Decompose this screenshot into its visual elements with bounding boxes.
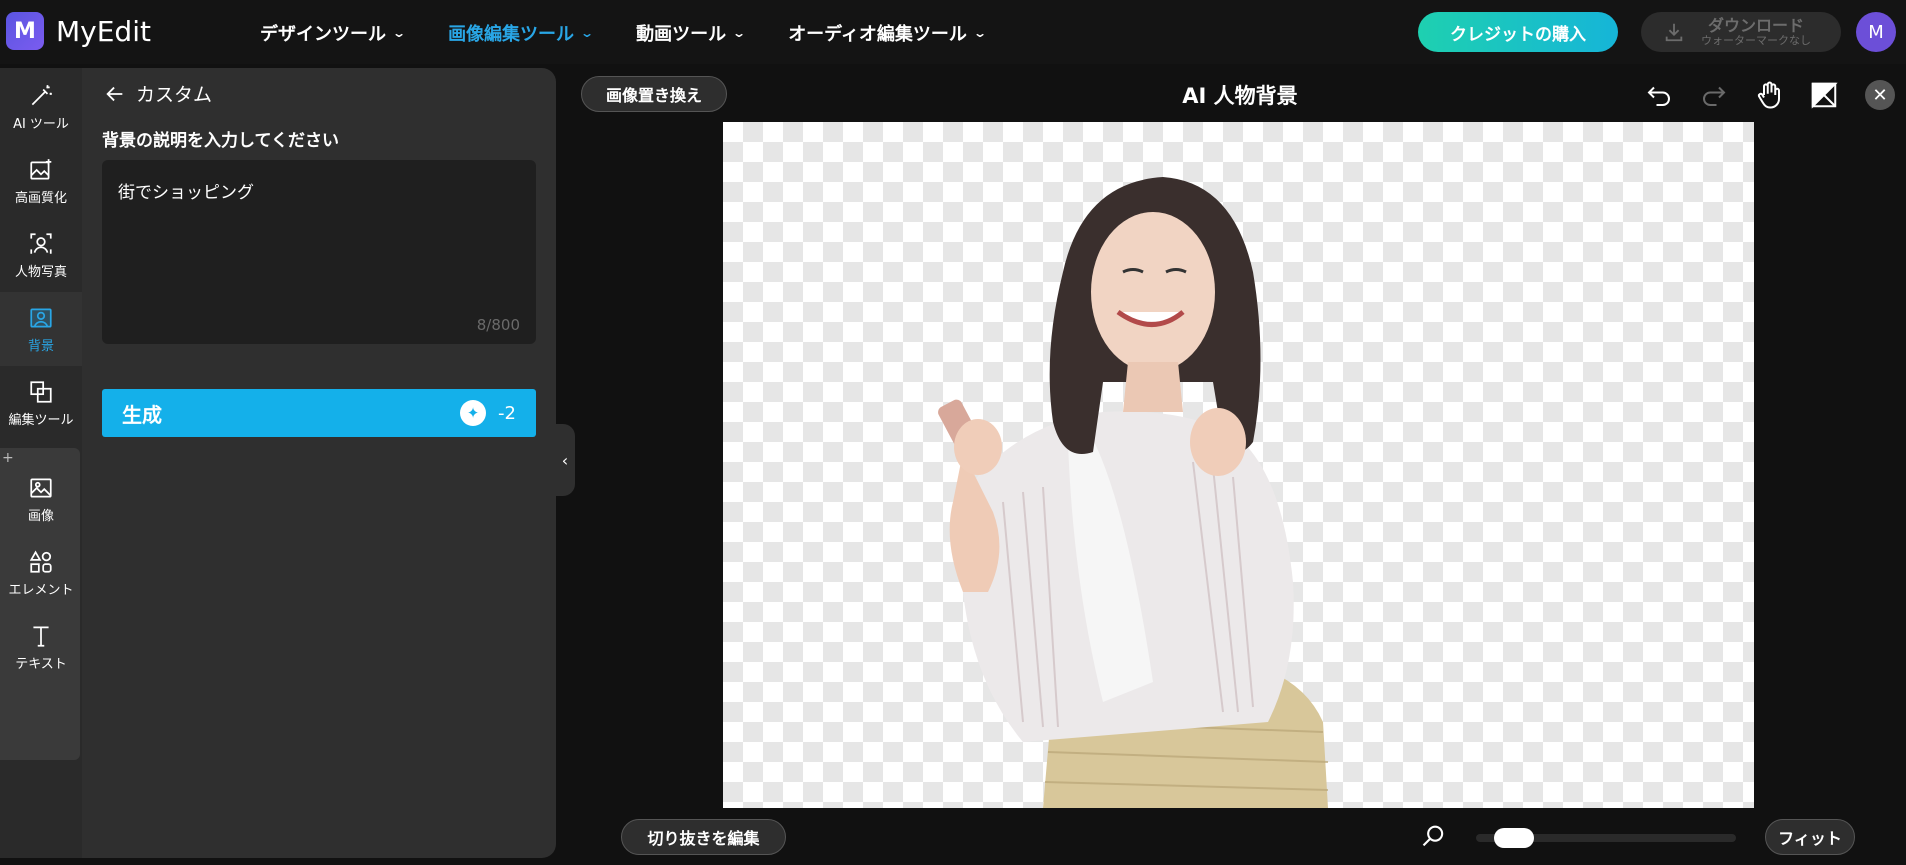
back-button[interactable]: カスタム xyxy=(104,80,212,107)
generate-button[interactable]: 生成 ✦ -2 xyxy=(102,389,536,437)
sidebar-item-portrait[interactable]: 人物写真 xyxy=(0,218,82,292)
top-bar: M MyEdit デザインツール ⌄ 画像編集ツール ⌄ 動画ツール ⌄ オーディオ編… xyxy=(0,0,1906,64)
app-logo[interactable]: M MyEdit xyxy=(6,12,151,50)
sidebar-item-label: AI ツール xyxy=(13,116,69,132)
sidebar-item-label: 人物写真 xyxy=(14,264,67,280)
sidebar-item-image[interactable]: 画像 xyxy=(0,462,82,536)
compare-icon xyxy=(1811,82,1838,109)
pan-tool-button[interactable] xyxy=(1752,78,1786,112)
sidebar-item-edit-tools[interactable]: 編集ツール xyxy=(0,366,82,440)
sidebar-item-text[interactable]: テキスト xyxy=(0,610,82,684)
chevron-left-icon: ‹ xyxy=(561,450,569,470)
magic-wand-icon xyxy=(31,84,52,105)
fit-button[interactable]: フィット xyxy=(1765,819,1855,855)
credit-coin-icon: ✦ xyxy=(460,400,487,426)
shapes-icon xyxy=(29,550,52,573)
nav-label: 動画ツール xyxy=(636,24,727,45)
sidebar-item-label: 高画質化 xyxy=(14,190,67,206)
undo-button[interactable] xyxy=(1642,78,1676,112)
credit-cost-value: -2 xyxy=(498,402,516,424)
text-icon xyxy=(33,625,49,647)
tool-sidebar: + AI ツール 高画質化 人物写真 背景 編集ツール 画像 エレメント テキス… xyxy=(0,68,82,858)
arrow-left-icon xyxy=(106,86,123,101)
download-label: ダウンロード xyxy=(1707,16,1804,36)
edit-cutout-button[interactable]: 切り抜きを編集 xyxy=(621,819,786,855)
prompt-label: 背景の説明を入力してください xyxy=(102,131,339,151)
sidebar-item-background[interactable]: 背景 xyxy=(0,292,82,366)
page-title: AI 人物背景 xyxy=(1182,84,1298,108)
background-icon xyxy=(30,307,52,328)
sidebar-item-elements[interactable]: エレメント xyxy=(0,536,82,610)
compare-button[interactable] xyxy=(1807,78,1841,112)
close-button[interactable]: ✕ xyxy=(1865,80,1895,110)
sidebar-item-label: 編集ツール xyxy=(8,412,74,428)
download-text: ダウンロード ウォーターマークなし xyxy=(1701,17,1811,47)
zoom-slider[interactable] xyxy=(1476,828,1736,848)
replace-image-button[interactable]: 画像置き換え xyxy=(581,76,727,112)
redo-icon xyxy=(1703,86,1726,106)
portrait-icon xyxy=(30,232,52,254)
prompt-textarea[interactable]: 街でショッピング 8/800 xyxy=(102,160,536,344)
zoom-slider-handle[interactable] xyxy=(1494,828,1534,848)
sidebar-item-label: テキスト xyxy=(15,656,67,672)
nav-design-tools[interactable]: デザインツール ⌄ xyxy=(260,20,407,46)
generate-label: 生成 xyxy=(122,402,162,427)
buy-credits-button[interactable]: クレジットの購入 xyxy=(1418,12,1618,52)
nav-label: デザインツール xyxy=(260,24,386,45)
nav-label: オーディオ編集ツール xyxy=(788,24,967,45)
sidebar-item-ai-tools[interactable]: AI ツール xyxy=(0,70,82,144)
nav-video-tools[interactable]: 動画ツール ⌄ xyxy=(636,20,747,46)
char-count: 8/800 xyxy=(476,316,520,334)
chevron-down-icon: ⌄ xyxy=(391,26,407,40)
chevron-down-icon: ⌄ xyxy=(732,26,747,40)
nav-label: 画像編集ツール xyxy=(448,24,575,45)
nav-audio-tools[interactable]: オーディオ編集ツール ⌄ xyxy=(788,20,988,46)
collapse-panel-button[interactable]: ‹ xyxy=(555,424,575,496)
nav-image-edit-tools[interactable]: 画像編集ツール ⌄ xyxy=(448,20,595,46)
crop-icon xyxy=(30,380,52,403)
sidebar-item-label: エレメント xyxy=(8,582,74,598)
download-icon xyxy=(1665,23,1683,42)
sidebar-item-label: 画像 xyxy=(27,508,54,524)
chevron-down-icon: ⌄ xyxy=(580,26,595,40)
chevron-down-icon: ⌄ xyxy=(972,26,988,40)
cutout-person-image xyxy=(938,177,1329,808)
prompt-value: 街でショッピング xyxy=(118,183,254,203)
close-icon: ✕ xyxy=(1872,84,1888,106)
user-avatar[interactable]: M xyxy=(1856,12,1896,52)
logo-mark: M xyxy=(6,12,44,50)
hand-icon xyxy=(1757,81,1780,109)
app-name: MyEdit xyxy=(56,14,151,48)
undo-icon xyxy=(1647,86,1670,106)
redo-button[interactable] xyxy=(1697,78,1731,112)
download-sublabel: ウォーターマークなし xyxy=(1701,33,1811,47)
sidebar-item-enhance[interactable]: 高画質化 xyxy=(0,144,82,218)
main-nav: デザインツール ⌄ 画像編集ツール ⌄ 動画ツール ⌄ オーディオ編集ツール ⌄ xyxy=(260,20,1029,46)
credit-cost: ✦ -2 xyxy=(460,400,516,426)
image-canvas[interactable] xyxy=(723,122,1754,808)
background-panel: カスタム 背景の説明を入力してください 街でショッピング 8/800 生成 ✦ … xyxy=(82,68,556,858)
back-label: カスタム xyxy=(136,84,213,106)
enhance-image-icon xyxy=(30,158,52,180)
search-icon[interactable] xyxy=(1420,822,1448,850)
image-icon xyxy=(30,477,52,498)
sidebar-item-label: 背景 xyxy=(27,338,54,354)
download-button[interactable]: ダウンロード ウォーターマークなし xyxy=(1641,12,1841,52)
